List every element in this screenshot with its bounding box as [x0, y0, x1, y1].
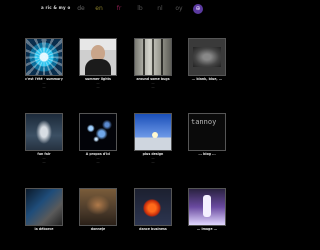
- gallery-tile[interactable]: around some bugs ... ...: [134, 38, 172, 89]
- thumbnail-image[interactable]: [134, 188, 172, 226]
- thumbnail-overlay-text: tannoy: [191, 118, 217, 126]
- gallery-tile[interactable]: summer lights ... ...: [79, 38, 117, 89]
- thumbnail-image[interactable]: [79, 38, 117, 76]
- tile-subtitle: ...: [151, 160, 155, 164]
- tile-caption: donneje: [75, 227, 121, 231]
- language-link-en[interactable]: en: [94, 4, 104, 14]
- thumbnail-image[interactable]: [25, 38, 63, 76]
- language-link-fr[interactable]: fr: [114, 4, 124, 14]
- tile-caption: c'est l'été - summary ... ...: [21, 77, 67, 89]
- tile-title[interactable]: donneje: [75, 227, 121, 231]
- gallery-tile[interactable]: ... image ...: [188, 188, 226, 231]
- tile-caption: around some bugs ... ...: [130, 77, 176, 89]
- gallery-tile[interactable]: c'est l'été - summary ... ...: [25, 38, 63, 89]
- gallery-tile[interactable]: plus design ... ...: [134, 113, 172, 164]
- thumbnail-image[interactable]: [134, 38, 172, 76]
- tile-caption: ... image ...: [184, 227, 230, 231]
- tile-subtitle: ...: [42, 85, 46, 89]
- language-link-oy[interactable]: oy: [174, 4, 184, 14]
- gallery-tile[interactable]: tannoy ... blog ...: [188, 113, 226, 156]
- tile-caption: dance business: [130, 227, 176, 231]
- tile-caption: ... blank, blue, ...: [184, 77, 230, 81]
- gallery-tile[interactable]: dance business: [134, 188, 172, 231]
- site-title[interactable]: a ric & my o: [41, 5, 70, 10]
- gallery-tile[interactable]: fun fair ... ...: [25, 113, 63, 164]
- tile-title[interactable]: dance business: [130, 227, 176, 231]
- tile-caption: fun fair ... ...: [21, 152, 67, 164]
- tile-caption: la déborce: [21, 227, 67, 231]
- tile-caption: plus design ... ...: [130, 152, 176, 164]
- tile-title[interactable]: ... blog ...: [184, 152, 230, 156]
- thumbnail-image[interactable]: [188, 188, 226, 226]
- language-link-de[interactable]: de: [76, 4, 86, 14]
- tile-caption: summer lights ... ...: [75, 77, 121, 89]
- language-link-active[interactable]: ⊕: [193, 4, 203, 14]
- tile-subtitle: ...: [96, 160, 100, 164]
- tile-title[interactable]: ... blank, blue, ...: [184, 77, 230, 81]
- language-link-lb[interactable]: lb: [135, 4, 145, 14]
- tile-subtitle: ...: [96, 85, 100, 89]
- tile-title[interactable]: la déborce: [21, 227, 67, 231]
- gallery-tile[interactable]: ... blank, blue, ...: [188, 38, 226, 81]
- thumbnail-image[interactable]: [79, 113, 117, 151]
- tile-subtitle: ...: [151, 85, 155, 89]
- top-navigation: a ric & my o de en fr lb nl oy ⊕: [0, 4, 250, 14]
- gallery-tile[interactable]: la déborce: [25, 188, 63, 231]
- thumbnail-image[interactable]: [25, 113, 63, 151]
- gallery-tile[interactable]: donneje: [79, 188, 117, 231]
- thumbnail-image[interactable]: tannoy: [188, 113, 226, 151]
- thumbnail-image[interactable]: [25, 188, 63, 226]
- language-link-nl[interactable]: nl: [155, 4, 165, 14]
- gallery-tile[interactable]: A propos d'ici ... ...: [79, 113, 117, 164]
- thumbnail-image[interactable]: [79, 188, 117, 226]
- tile-caption: A propos d'ici ... ...: [75, 152, 121, 164]
- tile-caption: ... blog ...: [184, 152, 230, 156]
- tile-subtitle: ...: [42, 160, 46, 164]
- tile-title[interactable]: ... image ...: [184, 227, 230, 231]
- thumbnail-image[interactable]: [188, 38, 226, 76]
- thumbnail-image[interactable]: [134, 113, 172, 151]
